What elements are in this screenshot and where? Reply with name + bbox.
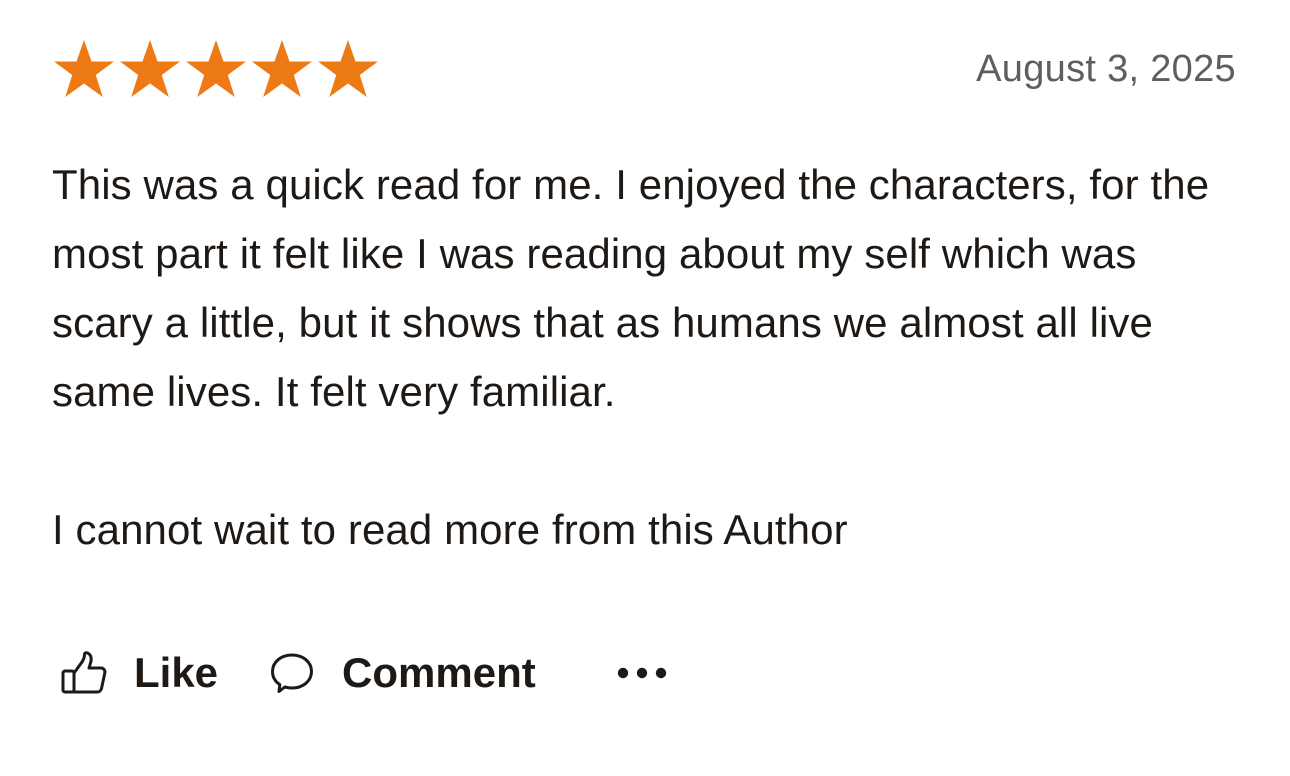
more-options-button[interactable]: [616, 665, 668, 681]
review-paragraph: This was a quick read for me. I enjoyed …: [52, 161, 1210, 415]
like-button[interactable]: Like: [60, 649, 218, 697]
review-paragraph: I cannot wait to read more from this Aut…: [52, 506, 848, 553]
like-label: Like: [134, 649, 219, 696]
comment-button[interactable]: Comment: [270, 649, 536, 697]
star-icon: [250, 38, 314, 100]
review-actions: Like Comment: [60, 640, 668, 706]
speech-bubble-icon: [270, 652, 314, 694]
review-text: This was a quick read for me. I enjoyed …: [52, 150, 1242, 564]
star-icon: [118, 38, 182, 100]
review-header: August 3, 2025: [52, 36, 1236, 102]
thumbs-up-icon: [60, 651, 108, 695]
review-card: August 3, 2025 This was a quick read for…: [0, 0, 1290, 776]
star-rating: [52, 38, 380, 100]
review-date: August 3, 2025: [976, 47, 1236, 90]
star-icon: [52, 38, 116, 100]
star-icon: [184, 38, 248, 100]
star-icon: [316, 38, 380, 100]
comment-label: Comment: [342, 649, 536, 696]
more-dots-icon: [616, 665, 668, 681]
